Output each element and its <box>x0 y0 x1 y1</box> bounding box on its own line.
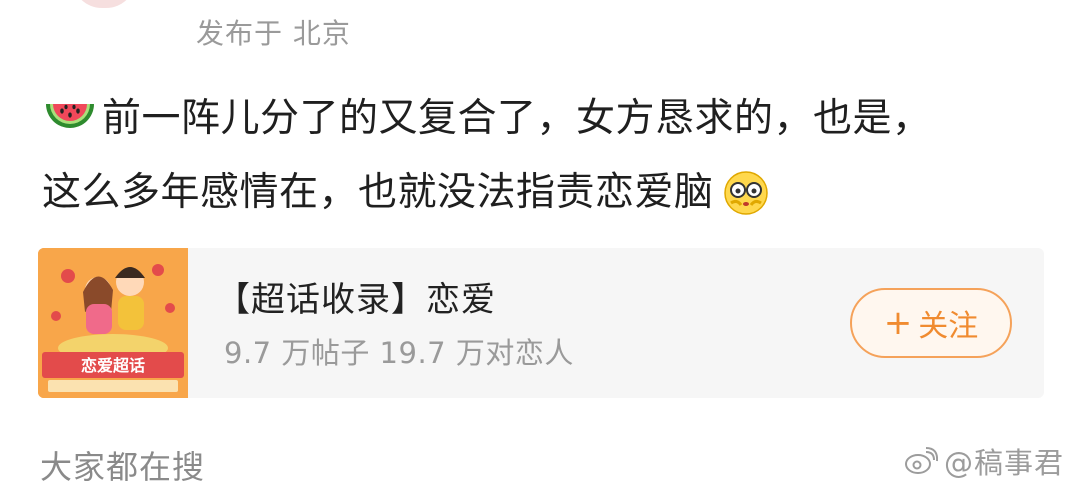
post-line-1: 前一阵儿分了的又复合了，女方恳求的，也是， <box>42 82 1042 156</box>
topic-card[interactable]: 恋爱超话 【超话收录】恋爱 9.7 万帖子 19.7 万对恋人 + 关注 <box>38 248 1044 398</box>
watermark-text: @稿事君 <box>943 446 1064 480</box>
cover-banner-text: 恋爱超话 <box>81 356 145 375</box>
follow-button-label: 关注 <box>918 309 979 344</box>
topic-title[interactable]: 【超话收录】恋爱 <box>216 272 496 321</box>
weibo-logo-icon <box>904 447 938 474</box>
post-location: 发布于 北京 <box>196 17 351 50</box>
watermark: @稿事君 <box>904 440 1064 482</box>
post-body: 前一阵儿分了的又复合了，女方恳求的，也是， 这么多年感情在，也就没法指责恋爱脑 <box>42 82 1042 230</box>
post-text-line-1: 前一阵儿分了的又复合了，女方恳求的，也是， <box>102 96 932 141</box>
couple-illustration-icon: 恋爱超话 <box>38 248 188 398</box>
trending-search-heading: 大家都在搜 <box>40 448 206 486</box>
post-line-2: 这么多年感情在，也就没法指责恋爱脑 <box>42 156 1042 230</box>
topic-cover-image[interactable]: 恋爱超话 <box>38 248 188 398</box>
avatar[interactable] <box>72 0 136 8</box>
plus-icon: + <box>883 303 913 343</box>
follow-button[interactable]: + 关注 <box>850 288 1012 358</box>
topic-stats: 9.7 万帖子 19.7 万对恋人 <box>224 336 574 370</box>
watermelon-icon <box>46 104 94 128</box>
shy-face-icon <box>723 171 768 215</box>
post-text-line-2: 这么多年感情在，也就没法指责恋爱脑 <box>42 170 714 215</box>
